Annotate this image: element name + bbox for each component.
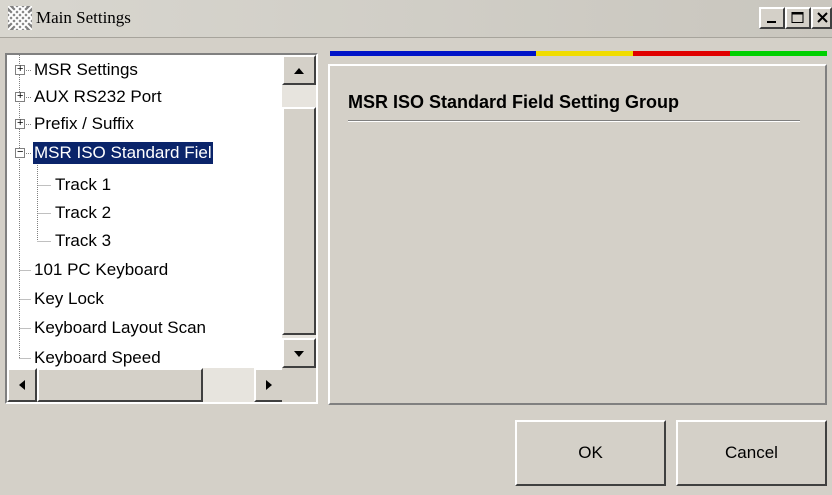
vertical-scrollbar[interactable] — [282, 55, 316, 368]
title-bar: Main Settings — [0, 0, 832, 38]
collapse-toggle[interactable]: − — [15, 147, 25, 158]
expand-toggle[interactable]: + — [15, 118, 25, 129]
horizontal-scroll-thumb[interactable] — [37, 368, 203, 402]
arrow-down-icon — [294, 351, 304, 357]
arrow-right-icon — [266, 380, 272, 390]
arrow-up-icon — [294, 68, 304, 74]
tree-item-aux-rs232-port[interactable]: AUX RS232 Port — [33, 86, 163, 108]
group-title: MSR ISO Standard Field Setting Group — [348, 92, 680, 112]
close-icon — [817, 12, 828, 23]
ok-button[interactable]: OK — [515, 420, 666, 486]
cancel-button[interactable]: Cancel — [676, 420, 827, 486]
color-strip-green — [730, 51, 827, 56]
tree-item-track-1[interactable]: Track 1 — [54, 174, 112, 196]
color-strip-yellow — [536, 51, 633, 56]
tree-item-prefix-suffix[interactable]: Prefix / Suffix — [33, 113, 135, 135]
scroll-right-button[interactable] — [254, 368, 284, 402]
tree-item-msr-iso-standard-field[interactable]: MSR ISO Standard Fiel — [32, 141, 214, 165]
horizontal-scrollbar[interactable] — [7, 368, 284, 402]
expand-toggle[interactable]: + — [15, 64, 25, 75]
scroll-left-button[interactable] — [7, 368, 37, 402]
tree-item-keyboard-layout-scan[interactable]: Keyboard Layout Scan — [33, 317, 207, 339]
tree-item-101-pc-keyboard[interactable]: 101 PC Keyboard — [33, 259, 169, 281]
window-title: Main Settings — [36, 8, 131, 27]
tree-item-keyboard-speed[interactable]: Keyboard Speed — [33, 347, 162, 369]
minimize-button[interactable] — [759, 7, 785, 29]
minimize-icon — [767, 21, 776, 23]
close-button[interactable] — [811, 7, 832, 29]
color-strip-red — [633, 51, 730, 56]
scroll-down-button[interactable] — [282, 338, 316, 368]
expand-toggle[interactable]: + — [15, 91, 25, 102]
vertical-scroll-thumb[interactable] — [282, 107, 316, 335]
scroll-up-button[interactable] — [282, 55, 316, 85]
app-icon — [8, 6, 32, 30]
tree-item-msr-settings[interactable]: MSR Settings — [33, 59, 139, 81]
maximize-button[interactable] — [785, 7, 811, 29]
group-divider — [348, 120, 800, 122]
tree-item-track-3[interactable]: Track 3 — [54, 230, 112, 252]
tree-item-key-lock[interactable]: Key Lock — [33, 288, 105, 310]
tree-item-track-2[interactable]: Track 2 — [54, 202, 112, 224]
arrow-left-icon — [19, 380, 25, 390]
scrollbar-corner — [282, 368, 316, 402]
maximize-icon — [791, 12, 804, 23]
color-strip-blue — [330, 51, 536, 56]
settings-panel: MSR ISO Standard Field Setting Group — [328, 64, 827, 405]
settings-tree[interactable]: + + + − MSR Settings AUX RS232 Port Pref… — [5, 53, 318, 404]
